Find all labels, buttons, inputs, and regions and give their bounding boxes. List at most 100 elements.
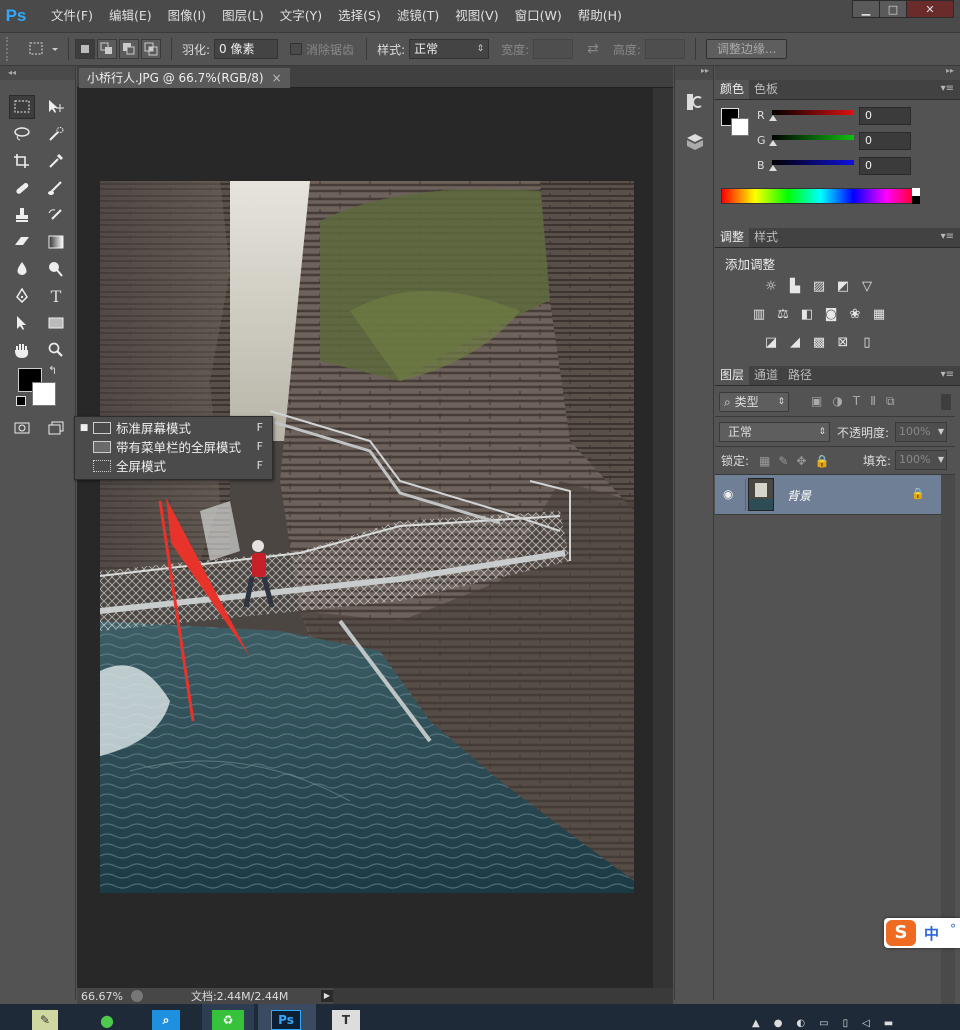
filter-toggle[interactable]	[941, 394, 951, 410]
lock-icons[interactable]: ▦✎✥🔒	[759, 454, 837, 468]
spectrum-white[interactable]	[912, 188, 920, 196]
type-tool[interactable]: T	[43, 284, 69, 308]
brush-tool[interactable]	[43, 176, 69, 200]
intersect-selection-button[interactable]	[141, 39, 161, 59]
menu-window[interactable]: 窗口(W)	[507, 0, 570, 32]
gradient-map-icon[interactable]: ▯	[859, 336, 875, 350]
close-button[interactable]: ✕	[906, 0, 954, 18]
taskbar-app-text-icon[interactable]: T	[332, 1010, 360, 1030]
hue-saturation-icon[interactable]: ▥	[751, 308, 767, 322]
eyedropper-tool[interactable]	[43, 149, 69, 173]
eye-visibility-icon[interactable]: ◉	[723, 487, 733, 501]
photo-filter-icon[interactable]: ◙	[823, 308, 839, 322]
close-tab-icon[interactable]: ×	[272, 71, 282, 85]
tab-layers[interactable]: 图层	[715, 366, 750, 385]
selective-color-icon[interactable]: ⊠	[835, 336, 851, 350]
toolbar-collapse[interactable]: ◂◂	[0, 66, 75, 80]
rect-marquee-tool[interactable]	[9, 95, 35, 119]
menu-edit[interactable]: 编辑(E)	[101, 0, 160, 32]
dodge-tool[interactable]	[43, 257, 69, 281]
color-spectrum-bar[interactable]	[721, 188, 920, 204]
quick-mask-button[interactable]	[9, 416, 35, 440]
vibrance-icon[interactable]: ▽	[859, 280, 875, 294]
menu-image[interactable]: 图像(I)	[160, 0, 214, 32]
menu-item-fullscreen-with-menu[interactable]: 带有菜单栏的全屏模式 F	[75, 437, 272, 456]
quick-selection-tool[interactable]	[43, 122, 69, 146]
eraser-tool[interactable]	[9, 230, 35, 254]
minimize-button[interactable]: ▁	[852, 0, 880, 18]
tab-color[interactable]: 颜色	[715, 80, 750, 99]
layer-filter-select[interactable]: ⌕ 类型 ⇕	[719, 392, 789, 412]
menu-file[interactable]: 文件(F)	[43, 0, 101, 32]
tab-adjustments[interactable]: 调整	[715, 228, 750, 247]
document-tab[interactable]: 小桥行人.JPG @ 66.7%(RGB/8) ×	[79, 68, 290, 88]
spectrum-black[interactable]	[912, 196, 920, 204]
marquee-preset-picker[interactable]	[26, 38, 62, 60]
slider-thumb[interactable]	[769, 165, 777, 171]
panel-menu-icon[interactable]: ▾≡	[941, 83, 954, 94]
height-input[interactable]	[644, 39, 685, 59]
taskbar-app-active[interactable]: ♻	[202, 1004, 254, 1030]
subtract-selection-button[interactable]	[119, 39, 139, 59]
style-select[interactable]: 正常 ⇕	[409, 39, 490, 59]
blue-value[interactable]: 0	[859, 157, 911, 175]
swap-icon[interactable]: ⇄	[587, 41, 599, 57]
rectangle-tool[interactable]	[43, 311, 69, 335]
new-selection-button[interactable]	[75, 39, 95, 59]
vertical-scrollbar[interactable]	[653, 88, 673, 988]
opacity-input[interactable]: 100% ▼	[895, 422, 947, 442]
horizontal-scrollbar[interactable]	[333, 988, 673, 1004]
tab-swatches[interactable]: 色板	[749, 80, 783, 99]
red-slider[interactable]	[769, 110, 854, 121]
panel-bg-swatch[interactable]	[731, 118, 749, 136]
hand-tool[interactable]	[9, 338, 35, 362]
taskbar-app-wechat-icon[interactable]: ●	[92, 1010, 122, 1030]
add-selection-button[interactable]	[97, 39, 117, 59]
channel-mixer-icon[interactable]: ❀	[847, 308, 863, 322]
menu-view[interactable]: 视图(V)	[447, 0, 506, 32]
move-tool[interactable]	[43, 95, 69, 119]
background-color-swatch[interactable]	[32, 382, 56, 406]
blur-tool[interactable]	[9, 257, 35, 281]
menu-filter[interactable]: 滤镜(T)	[389, 0, 447, 32]
menu-item-standard-screen[interactable]: ■ 标准屏幕模式 F	[75, 418, 272, 437]
panels-collapse[interactable]: ▸▸	[715, 66, 960, 80]
history-panel-button[interactable]	[685, 92, 705, 112]
path-selection-tool[interactable]	[9, 311, 35, 335]
blend-mode-select[interactable]: 正常 ⇕	[719, 422, 830, 442]
status-menu-arrow-icon[interactable]: ▶	[321, 990, 333, 1002]
menu-item-fullscreen[interactable]: 全屏模式 F	[75, 456, 272, 475]
color-balance-icon[interactable]: ⚖	[775, 308, 791, 322]
curves-icon[interactable]: ▨	[811, 280, 827, 294]
antialias-checkbox[interactable]	[290, 43, 303, 55]
tab-styles[interactable]: 样式	[749, 228, 783, 247]
fill-input[interactable]: 100% ▼	[895, 450, 947, 470]
layer-row-background[interactable]: ◉ 背景 🔒	[715, 475, 941, 515]
black-white-icon[interactable]: ◧	[799, 308, 815, 322]
posterize-icon[interactable]: ◢	[787, 336, 803, 350]
tab-channels[interactable]: 通道	[749, 366, 783, 385]
zoom-level[interactable]: 66.67%	[81, 990, 123, 1003]
taskbar-app-search-icon[interactable]: ⌕	[152, 1010, 180, 1030]
width-input[interactable]	[533, 39, 574, 59]
crop-tool[interactable]	[9, 149, 35, 173]
blue-slider[interactable]	[769, 160, 854, 171]
status-info-icon[interactable]	[130, 990, 143, 1002]
taskbar-app-photoshop[interactable]: Ps	[258, 1004, 316, 1030]
maximize-button[interactable]: □	[879, 0, 907, 18]
layer-name[interactable]: 背景	[787, 487, 811, 504]
default-colors-icon[interactable]	[16, 396, 26, 406]
ime-toolbar[interactable]: S 中 °	[884, 918, 960, 948]
panel-menu-icon[interactable]: ▾≡	[941, 369, 954, 380]
zoom-tool[interactable]	[43, 338, 69, 362]
brightness-icon[interactable]: ☼	[763, 280, 779, 294]
panel-menu-icon[interactable]: ▾≡	[941, 231, 954, 242]
feather-input[interactable]: 0 像素	[214, 39, 279, 59]
taskbar-app-notepad-icon[interactable]: ✎	[32, 1010, 58, 1030]
slider-thumb[interactable]	[769, 115, 777, 121]
pen-tool[interactable]	[9, 284, 35, 308]
canvas-photo[interactable]	[100, 181, 634, 893]
swap-colors-icon[interactable]: ↰	[48, 364, 57, 377]
spot-healing-tool[interactable]	[9, 176, 35, 200]
menu-layer[interactable]: 图层(L)	[214, 0, 272, 32]
